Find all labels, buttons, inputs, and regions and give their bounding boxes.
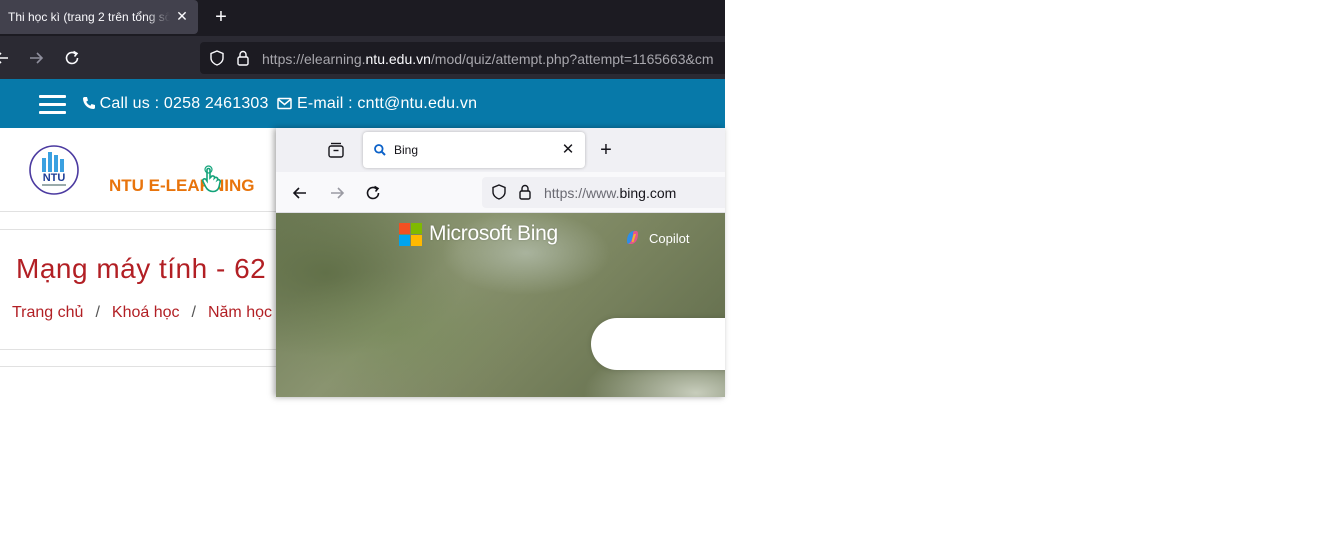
close-icon[interactable]: ✕ xyxy=(174,8,190,24)
breadcrumb: Trang chủ / Khoá học / Năm học xyxy=(12,304,272,322)
back-arrow-icon[interactable] xyxy=(290,183,310,203)
envelope-icon xyxy=(277,97,293,110)
phone-icon xyxy=(83,97,95,109)
copilot-icon xyxy=(627,231,638,244)
tab-strip: Bing ✕ + xyxy=(276,128,725,172)
url-text[interactable]: https://www.bing.com xyxy=(544,185,676,201)
forward-arrow-icon[interactable] xyxy=(327,183,347,203)
address-bar[interactable]: https://elearning.ntu.edu.vn/mod/quiz/at… xyxy=(200,42,725,74)
site-topbar: Call us : 0258 2461303 E-mail : cntt@ntu… xyxy=(0,79,725,128)
shield-icon[interactable] xyxy=(490,183,508,201)
page-title: Mạng máy tính - 62 xyxy=(16,253,267,284)
microsoft-logo-icon xyxy=(399,223,422,246)
email-label: E-mail : cntt@ntu.edu.vn xyxy=(296,95,478,112)
navigation-toolbar: https://elearning.ntu.edu.vn/mod/quiz/at… xyxy=(0,36,725,79)
ntu-elearning-logo[interactable]: NTU NTU E-LEARNING xyxy=(28,144,254,196)
phone-label: Call us : 0258 2461303 xyxy=(99,95,269,112)
tab-bing[interactable]: Bing ✕ xyxy=(363,132,585,168)
tab-overview-icon[interactable] xyxy=(327,141,345,159)
tab-title: Bing xyxy=(394,143,419,157)
tab-title: Thi học kì (trang 2 trên tổng số xyxy=(8,10,170,24)
tab-quiz[interactable]: Thi học kì (trang 2 trên tổng số ✕ xyxy=(0,0,198,34)
breadcrumb-courses[interactable]: Khoá học xyxy=(112,304,180,321)
breadcrumb-school-year[interactable]: Năm học xyxy=(208,304,272,321)
breadcrumb-separator: / xyxy=(191,304,196,321)
svg-text:NTU: NTU xyxy=(43,172,66,184)
pointer-hand-icon xyxy=(201,165,222,193)
bing-homepage: Microsoft Bing Copilot xyxy=(276,213,725,397)
breadcrumb-home[interactable]: Trang chủ xyxy=(12,304,83,321)
lock-icon[interactable] xyxy=(235,49,251,67)
back-arrow-icon[interactable] xyxy=(0,48,12,68)
address-bar[interactable]: https://www.bing.com xyxy=(482,177,725,208)
search-icon xyxy=(374,144,386,156)
lock-icon[interactable] xyxy=(517,183,533,201)
reload-icon[interactable] xyxy=(363,183,383,203)
forward-arrow-icon[interactable] xyxy=(26,48,46,68)
close-icon[interactable]: ✕ xyxy=(560,142,576,158)
hamburger-menu-icon[interactable] xyxy=(39,95,66,114)
brand-name: Microsoft Bing xyxy=(429,222,558,245)
breadcrumb-separator: / xyxy=(95,304,100,321)
shield-icon[interactable] xyxy=(208,49,226,67)
contact-info: Call us : 0258 2461303 E-mail : cntt@ntu… xyxy=(82,95,477,113)
bing-browser-window: Bing ✕ + https://www.bing.com Microsoft … xyxy=(276,128,725,397)
reload-icon[interactable] xyxy=(62,48,82,68)
bing-search-box[interactable] xyxy=(591,318,725,370)
url-text[interactable]: https://elearning.ntu.edu.vn/mod/quiz/at… xyxy=(262,51,714,67)
ntu-seal-icon: NTU xyxy=(29,145,79,195)
copilot-label: Copilot xyxy=(649,231,690,246)
new-tab-button[interactable]: + xyxy=(595,139,617,161)
tab-strip: Thi học kì (trang 2 trên tổng số ✕ + xyxy=(0,0,725,36)
logo-text: NTU E-LEARNING xyxy=(109,176,255,195)
navigation-toolbar: https://www.bing.com xyxy=(276,172,725,213)
new-tab-button[interactable]: + xyxy=(210,6,232,28)
